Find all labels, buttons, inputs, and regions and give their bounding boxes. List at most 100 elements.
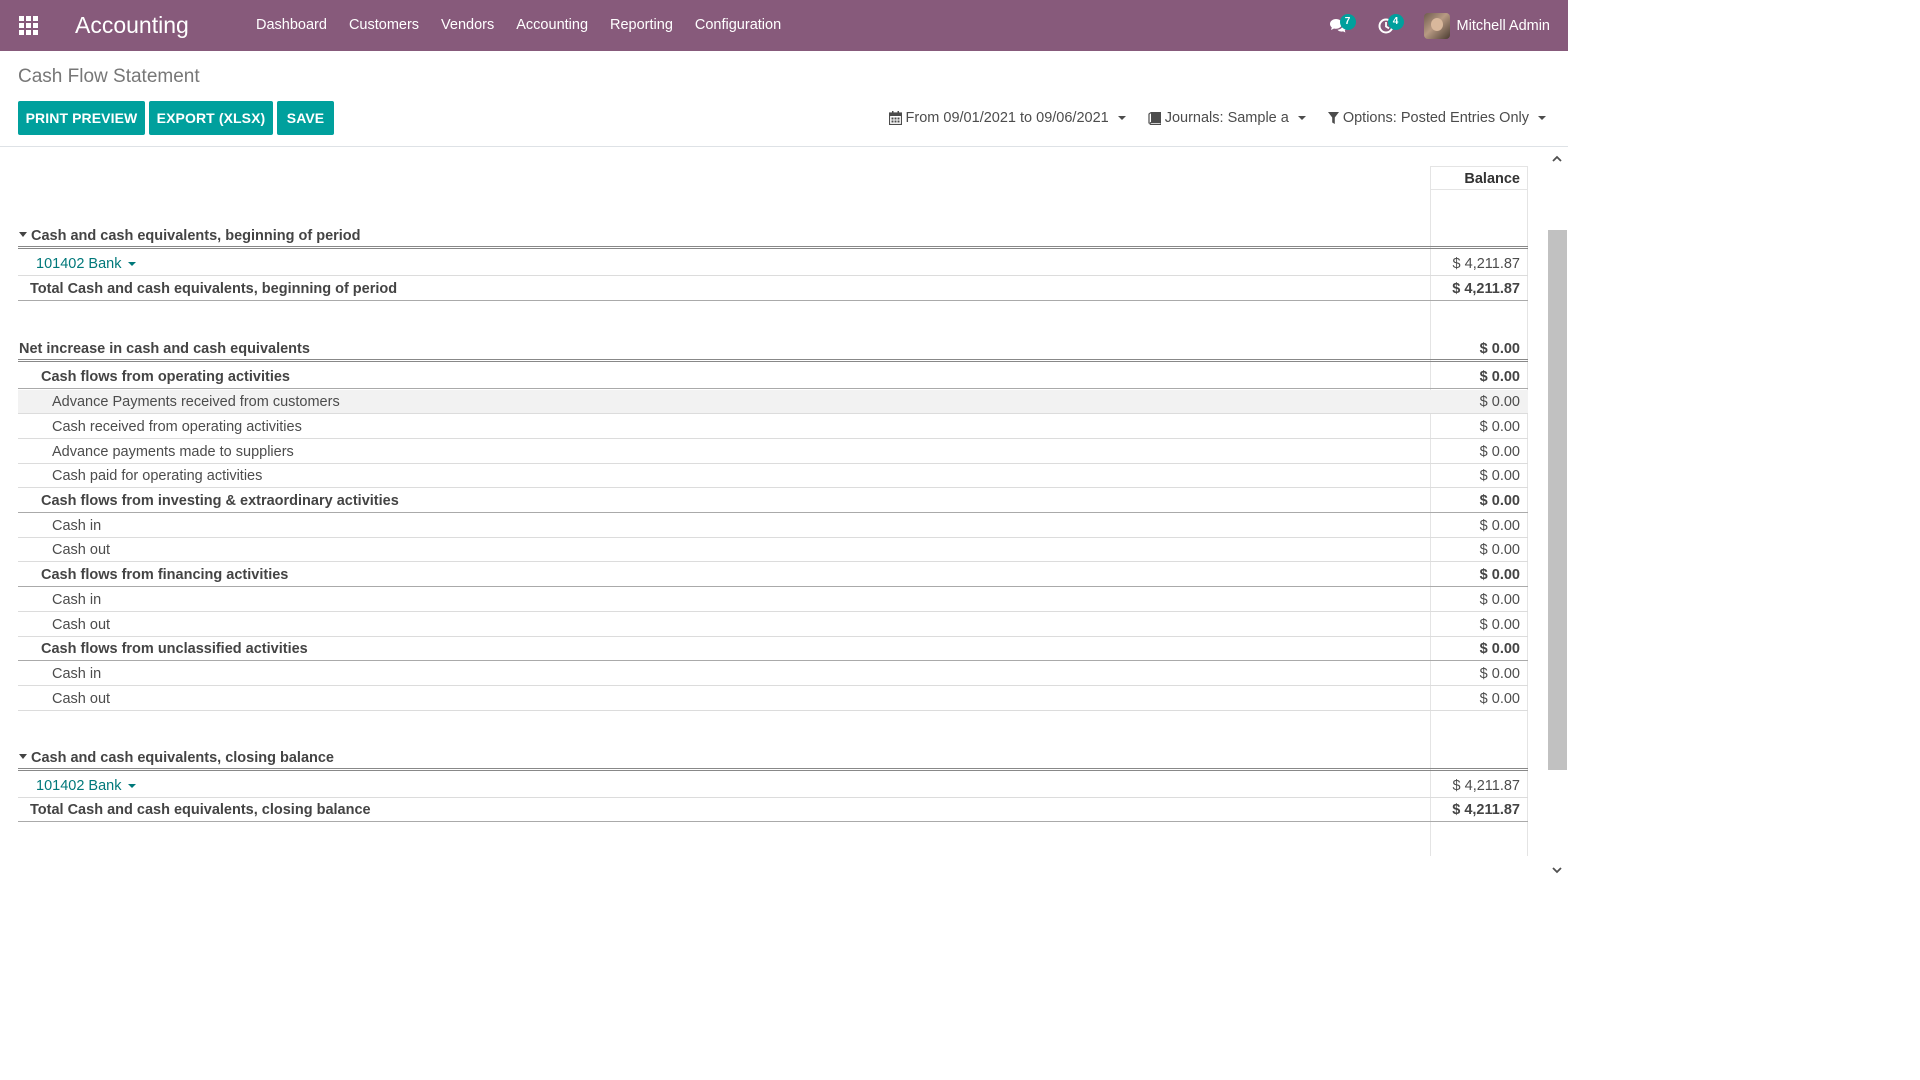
row-amount: $ 4,211.87 <box>1452 255 1520 272</box>
journals-filter[interactable]: Journals: Sample a <box>1148 110 1306 126</box>
options-filter[interactable]: Options: Posted Entries Only <box>1327 110 1546 126</box>
book-icon <box>1148 111 1161 125</box>
menu-vendors[interactable]: Vendors <box>430 0 505 51</box>
row-label: Cash and cash equivalents, closing balan… <box>31 749 334 766</box>
caret-down-icon <box>19 754 27 760</box>
scrollbar-thumb[interactable] <box>1548 230 1567 770</box>
account-row-bank-closing: 101402 Bank $ 4,211.87 <box>18 774 1528 798</box>
table-row: Cash in $ 0.00 <box>18 662 1528 686</box>
total-row-beginning: Total Cash and cash equivalents, beginni… <box>18 277 1528 301</box>
calendar-icon <box>888 111 902 125</box>
row-label: Cash and cash equivalents, beginning of … <box>31 227 361 244</box>
scroll-down-icon[interactable] <box>1551 864 1563 876</box>
row-amount: $ 0.00 <box>1479 690 1520 707</box>
account-row-bank-beginning: 101402 Bank $ 4,211.87 <box>18 252 1528 276</box>
table-row: Cash in $ 0.00 <box>18 514 1528 538</box>
row-amount: $ 0.00 <box>1479 393 1520 410</box>
row-amount: $ 0.00 <box>1479 591 1520 608</box>
account-link[interactable]: 101402 Bank <box>36 777 137 794</box>
messages-badge: 7 <box>1339 14 1356 30</box>
row-label: Cash in <box>52 665 102 682</box>
table-row: Cash in $ 0.00 <box>18 588 1528 612</box>
row-label: Cash out <box>52 541 111 558</box>
page-title: Cash Flow Statement <box>18 66 200 87</box>
row-label: Cash flows from unclassified activities <box>41 640 308 657</box>
row-investing-activities: Cash flows from investing & extraordinar… <box>18 489 1528 513</box>
row-financing-activities: Cash flows from financing activities $ 0… <box>18 563 1528 587</box>
table-row: Advance Payments received from customers… <box>18 390 1528 414</box>
menu-customers[interactable]: Customers <box>338 0 430 51</box>
table-row: Cash out $ 0.00 <box>18 687 1528 711</box>
date-filter-label: From 09/01/2021 to 09/06/2021 <box>905 110 1109 126</box>
menu-reporting[interactable]: Reporting <box>599 0 684 51</box>
main-menu: Dashboard Customers Vendors Accounting R… <box>245 0 792 51</box>
control-panel: Cash Flow Statement PRINT PREVIEW EXPORT… <box>0 51 1568 147</box>
activities-badge: 4 <box>1387 14 1404 30</box>
avatar <box>1423 12 1450 39</box>
row-amount: $ 0.00 <box>1479 616 1520 633</box>
table-row: Cash received from operating activities … <box>18 415 1528 439</box>
row-label: Advance payments made to suppliers <box>52 443 294 460</box>
table-row: Advance payments made to suppliers $ 0.0… <box>18 440 1528 464</box>
journals-filter-label: Journals: Sample a <box>1164 110 1289 126</box>
top-navbar: Accounting Dashboard Customers Vendors A… <box>0 0 1568 51</box>
apps-menu-icon[interactable] <box>0 0 56 51</box>
row-label: Cash in <box>52 591 102 608</box>
vertical-scrollbar[interactable] <box>1546 148 1568 882</box>
row-label: 101402 Bank <box>36 255 122 272</box>
filter-icon <box>1327 111 1339 124</box>
section-closing-balance[interactable]: Cash and cash equivalents, closing balan… <box>18 747 1528 771</box>
user-menu[interactable]: Mitchell Admin <box>1423 0 1568 51</box>
user-name: Mitchell Admin <box>1456 17 1550 34</box>
menu-dashboard[interactable]: Dashboard <box>245 0 338 51</box>
row-label: Total Cash and cash equivalents, beginni… <box>30 280 398 297</box>
activities-button[interactable]: 4 <box>1362 0 1410 51</box>
row-amount: $ 0.00 <box>1479 418 1520 435</box>
chevron-down-icon <box>1297 116 1306 120</box>
app-brand[interactable]: Accounting <box>75 12 245 39</box>
row-label: Net increase in cash and cash equivalent… <box>19 340 310 357</box>
row-amount: $ 0.00 <box>1479 541 1520 558</box>
chevron-down-icon <box>1538 116 1546 120</box>
messages-button[interactable]: 7 <box>1314 0 1362 51</box>
export-xlsx-button[interactable]: EXPORT (XLSX) <box>149 101 273 135</box>
row-amount: $ 0.00 <box>1479 517 1520 534</box>
save-button[interactable]: SAVE <box>277 101 334 135</box>
account-link[interactable]: 101402 Bank <box>36 255 137 272</box>
row-label: Advance Payments received from customers <box>52 393 340 410</box>
date-filter[interactable]: From 09/01/2021 to 09/06/2021 <box>888 110 1126 126</box>
report-filters: From 09/01/2021 to 09/06/2021 Journals: … <box>888 101 1568 135</box>
table-row: Cash paid for operating activities $ 0.0… <box>18 464 1528 488</box>
menu-accounting[interactable]: Accounting <box>505 0 599 51</box>
scroll-up-icon[interactable] <box>1551 152 1563 164</box>
caret-down-icon <box>128 261 137 266</box>
row-amount: $ 4,211.87 <box>1452 280 1520 297</box>
row-label: Cash flows from financing activities <box>41 566 289 583</box>
row-label: Cash flows from investing & extraordinar… <box>41 492 399 509</box>
row-amount: $ 0.00 <box>1479 443 1520 460</box>
row-amount: $ 4,211.87 <box>1452 801 1520 818</box>
cash-flow-report: Balance Cash and cash equivalents, begin… <box>0 148 1546 882</box>
row-label: Total Cash and cash equivalents, closing… <box>30 801 371 818</box>
caret-down-icon <box>19 232 27 238</box>
row-label: Cash out <box>52 616 111 633</box>
options-filter-label: Options: Posted Entries Only <box>1342 110 1529 126</box>
row-amount: $ 0.00 <box>1479 467 1520 484</box>
menu-configuration[interactable]: Configuration <box>684 0 792 51</box>
balance-column-header: Balance <box>1430 166 1528 190</box>
row-amount: $ 0.00 <box>1479 368 1520 385</box>
row-label: Cash flows from operating activities <box>41 368 290 385</box>
row-label: Cash received from operating activities <box>52 418 302 435</box>
section-beginning-period[interactable]: Cash and cash equivalents, beginning of … <box>18 225 1528 249</box>
row-label: Cash paid for operating activities <box>52 467 263 484</box>
row-amount: $ 0.00 <box>1479 640 1520 657</box>
row-amount: $ 0.00 <box>1479 566 1520 583</box>
print-preview-button[interactable]: PRINT PREVIEW <box>18 101 145 135</box>
row-net-increase: Net increase in cash and cash equivalent… <box>18 338 1528 362</box>
table-row: Cash out $ 0.00 <box>18 538 1528 562</box>
table-row: Cash out $ 0.00 <box>18 613 1528 637</box>
row-amount: $ 0.00 <box>1479 340 1520 357</box>
row-unclassified-activities: Cash flows from unclassified activities … <box>18 637 1528 661</box>
row-label: 101402 Bank <box>36 777 122 794</box>
row-label: Cash out <box>52 690 111 707</box>
